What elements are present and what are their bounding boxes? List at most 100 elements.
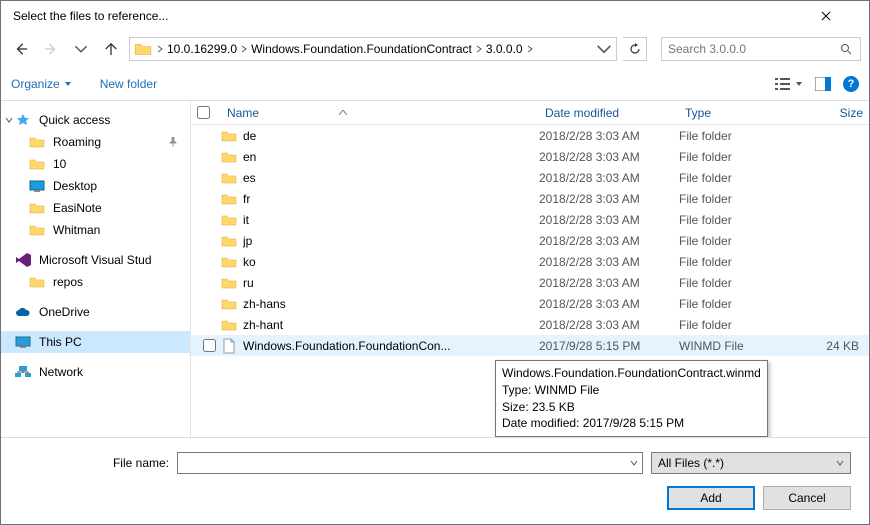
nav-repos[interactable]: repos [1, 271, 190, 293]
tooltip-date: Date modified: 2017/9/28 5:15 PM [502, 415, 761, 432]
nav-10[interactable]: 10 [1, 153, 190, 175]
window-title: Select the files to reference... [9, 9, 168, 23]
add-button[interactable]: Add [667, 486, 755, 510]
toolbar: Organize New folder ? [1, 67, 869, 101]
filename-label: File name: [19, 456, 169, 470]
titlebar: Select the files to reference... [1, 1, 869, 31]
network-icon [15, 364, 31, 380]
breadcrumb-root[interactable] [156, 45, 164, 53]
breadcrumb-segment[interactable]: Windows.Foundation.FoundationContract [248, 42, 483, 56]
file-row[interactable]: it2018/2/28 3:03 AMFile folder [191, 209, 869, 230]
file-row[interactable]: zh-hant2018/2/28 3:03 AMFile folder [191, 314, 869, 335]
breadcrumb-label: 10.0.16299.0 [164, 42, 240, 56]
nav-label: Roaming [53, 135, 101, 149]
file-name-cell: zh-hans [221, 296, 539, 312]
column-date[interactable]: Date modified [539, 106, 679, 120]
help-button[interactable]: ? [843, 76, 859, 92]
file-row[interactable]: ko2018/2/28 3:03 AMFile folder [191, 251, 869, 272]
file-row[interactable]: jp2018/2/28 3:03 AMFile folder [191, 230, 869, 251]
folder-icon [221, 275, 237, 291]
breadcrumb-segment[interactable]: 3.0.0.0 [483, 42, 534, 56]
button-row: Add Cancel [19, 486, 851, 510]
file-name: Windows.Foundation.FoundationCon... [243, 339, 450, 353]
file-type: File folder [679, 129, 789, 143]
nav-onedrive[interactable]: OneDrive [1, 301, 190, 323]
folder-icon [221, 254, 237, 270]
nav-row: 10.0.16299.0 Windows.Foundation.Foundati… [1, 31, 869, 67]
nav-roaming[interactable]: Roaming [1, 131, 190, 153]
view-options-button[interactable] [775, 77, 803, 91]
search-icon[interactable] [840, 43, 854, 55]
file-row[interactable]: en2018/2/28 3:03 AMFile folder [191, 146, 869, 167]
folder-icon [29, 274, 45, 290]
search-box[interactable] [661, 37, 861, 61]
address-bar[interactable]: 10.0.16299.0 Windows.Foundation.Foundati… [129, 37, 617, 61]
new-folder-button[interactable]: New folder [100, 77, 157, 91]
file-name-cell: fr [221, 191, 539, 207]
body: Quick access Roaming 10 Desktop EasiNote [1, 101, 869, 437]
nav-quick-access[interactable]: Quick access [1, 109, 190, 131]
back-button[interactable] [9, 37, 33, 61]
organize-button[interactable]: Organize [11, 77, 72, 91]
file-name: jp [243, 234, 252, 248]
file-row[interactable]: es2018/2/28 3:03 AMFile folder [191, 167, 869, 188]
file-name-cell: es [221, 170, 539, 186]
column-size[interactable]: Size [789, 106, 869, 120]
file-row[interactable]: ru2018/2/28 3:03 AMFile folder [191, 272, 869, 293]
file-row[interactable]: zh-hans2018/2/28 3:03 AMFile folder [191, 293, 869, 314]
preview-pane-button[interactable] [815, 77, 831, 91]
chevron-right-icon [526, 45, 534, 53]
file-type: File folder [679, 255, 789, 269]
file-name: es [243, 171, 256, 185]
breadcrumb-segment[interactable]: 10.0.16299.0 [164, 42, 248, 56]
file-type: File folder [679, 192, 789, 206]
organize-label: Organize [11, 77, 60, 91]
folder-icon [29, 222, 45, 238]
file-size: 24 KB [789, 339, 869, 353]
nav-label: Whitman [53, 223, 100, 237]
nav-easinote[interactable]: EasiNote [1, 197, 190, 219]
nav-visual-studio[interactable]: Microsoft Visual Stud [1, 249, 190, 271]
file-row[interactable]: de2018/2/28 3:03 AMFile folder [191, 125, 869, 146]
column-headers: Name Date modified Type Size [191, 101, 869, 125]
filename-combo[interactable] [177, 452, 643, 474]
file-name: it [243, 213, 249, 227]
refresh-icon [629, 43, 641, 55]
close-button[interactable] [821, 11, 861, 21]
select-all-checkbox[interactable] [197, 106, 221, 119]
column-type[interactable]: Type [679, 106, 789, 120]
file-row[interactable]: fr2018/2/28 3:03 AMFile folder [191, 188, 869, 209]
file-type: File folder [679, 276, 789, 290]
filetype-filter[interactable]: All Files (*.*) [651, 452, 851, 474]
nav-label: Quick access [39, 113, 110, 127]
row-checkbox[interactable] [197, 339, 221, 352]
forward-button[interactable] [39, 37, 63, 61]
chevron-right-icon [475, 45, 483, 53]
folder-icon [221, 191, 237, 207]
preview-pane-icon [815, 77, 831, 91]
file-date: 2018/2/28 3:03 AM [539, 297, 679, 311]
dialog-window: Select the files to reference... 10.0.16… [0, 0, 870, 525]
folder-icon [29, 134, 45, 150]
nav-label: repos [53, 275, 83, 289]
file-row[interactable]: Windows.Foundation.FoundationCon...2017/… [191, 335, 869, 356]
filter-label: All Files (*.*) [658, 456, 724, 470]
nav-this-pc[interactable]: This PC [1, 331, 190, 353]
tooltip: Windows.Foundation.FoundationContract.wi… [495, 360, 768, 437]
up-button[interactable] [99, 37, 123, 61]
nav-label: OneDrive [39, 305, 90, 319]
refresh-button[interactable] [623, 37, 647, 61]
cancel-button[interactable]: Cancel [763, 486, 851, 510]
column-name[interactable]: Name [221, 106, 539, 120]
recent-locations-button[interactable] [69, 37, 93, 61]
search-input[interactable] [668, 42, 840, 56]
nav-whitman[interactable]: Whitman [1, 219, 190, 241]
nav-network[interactable]: Network [1, 361, 190, 383]
file-name: en [243, 150, 256, 164]
file-name-cell: ru [221, 275, 539, 291]
folder-icon [29, 156, 45, 172]
file-list: Name Date modified Type Size de2018/2/28… [191, 101, 869, 437]
nav-desktop[interactable]: Desktop [1, 175, 190, 197]
filename-row: File name: All Files (*.*) [19, 452, 851, 474]
address-dropdown[interactable] [596, 41, 612, 57]
